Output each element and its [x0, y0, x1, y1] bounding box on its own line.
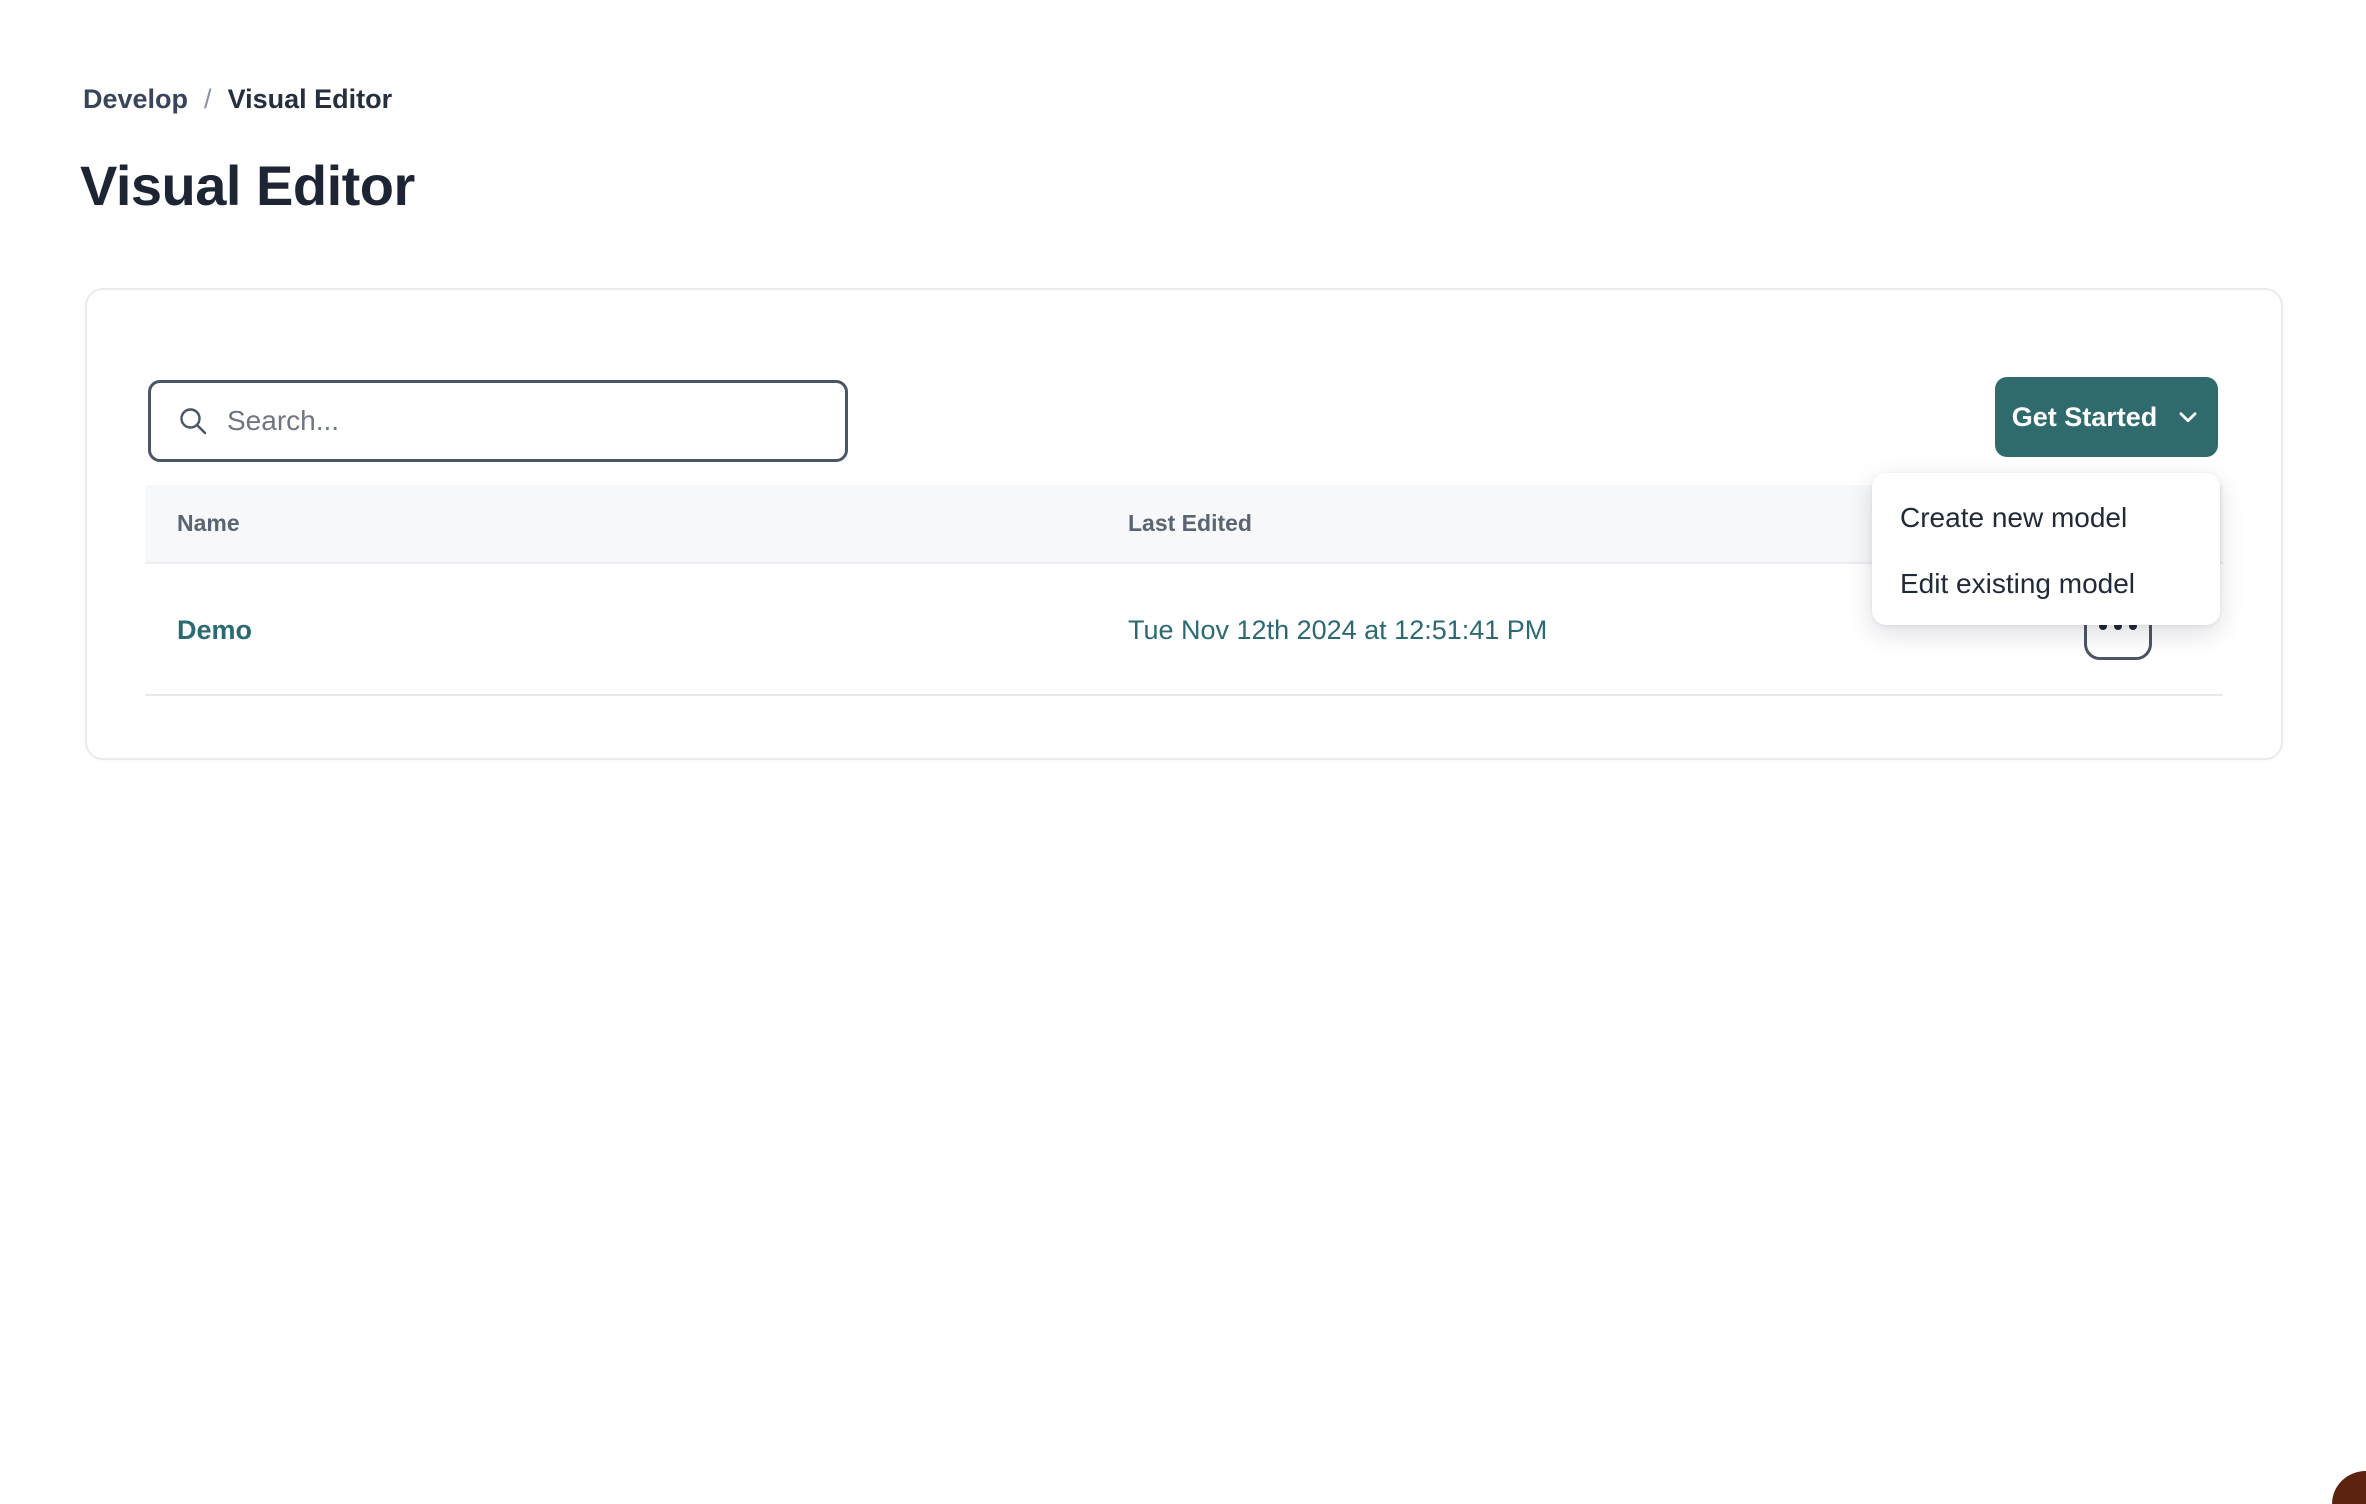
model-last-edited: Tue Nov 12th 2024 at 12:51:41 PM [1128, 615, 1547, 645]
model-name-link[interactable]: Demo [177, 615, 252, 645]
corner-accent-shape [2332, 1471, 2366, 1504]
search-input[interactable] [227, 405, 821, 437]
breadcrumb: Develop / Visual Editor [83, 82, 392, 116]
menu-item-create-new-model[interactable]: Create new model [1872, 485, 2220, 551]
get-started-label: Get Started [2012, 402, 2158, 433]
menu-item-edit-existing-model[interactable]: Edit existing model [1872, 551, 2220, 617]
page-title: Visual Editor [80, 152, 415, 220]
models-card: Get Started Name Last Edited Demo Tue No… [85, 288, 2283, 760]
breadcrumb-link-develop[interactable]: Develop [83, 82, 188, 116]
chevron-down-icon [2175, 404, 2201, 430]
breadcrumb-separator: / [204, 82, 212, 116]
get-started-menu: Create new model Edit existing model [1872, 473, 2220, 625]
search-box [148, 380, 848, 462]
get-started-button[interactable]: Get Started [1995, 377, 2218, 457]
column-header-name: Name [177, 510, 1128, 537]
breadcrumb-current: Visual Editor [228, 82, 393, 116]
row-divider [145, 694, 2223, 696]
search-icon [177, 405, 209, 437]
